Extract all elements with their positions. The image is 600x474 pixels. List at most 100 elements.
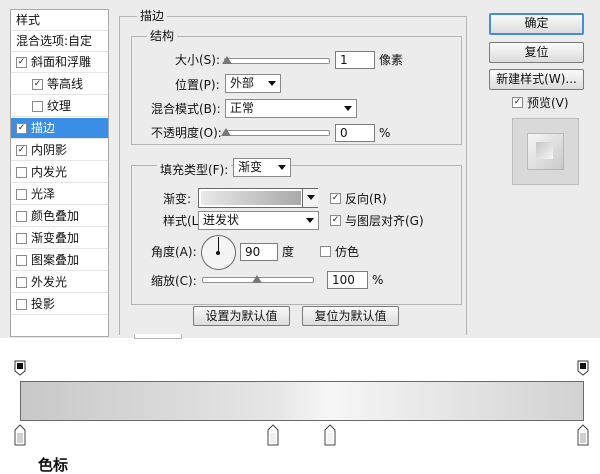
color-stop-1[interactable] <box>14 424 26 446</box>
stroke-group-title: 描边 <box>137 9 168 23</box>
chevron-down-icon <box>307 195 315 200</box>
position-select[interactable]: 外部 <box>225 74 281 93</box>
position-label: 位置(P): <box>175 78 220 92</box>
angle-input[interactable]: 90 <box>240 243 278 261</box>
preview-swatch-inner <box>536 142 553 159</box>
style-item-checkbox[interactable]: ✓ <box>16 57 27 68</box>
angle-unit: 度 <box>282 245 295 259</box>
styles-list: 样式 混合选项:自定 ✓ 斜面和浮雕 ✓ 等高线 纹理 ✓ 描边 ✓ 内阴影 内发光 光泽 颜色叠加渐… <box>10 9 109 337</box>
gradient-dropdown-button[interactable] <box>302 189 318 207</box>
style-item-label: 纹理 <box>47 99 72 113</box>
opacity-input[interactable]: 0 <box>335 124 375 142</box>
style-item-label: 内阴影 <box>31 143 68 157</box>
scale-input[interactable]: 100 <box>327 271 368 289</box>
color-stop-2[interactable] <box>267 424 279 446</box>
style-item[interactable]: 图案叠加 <box>11 250 108 271</box>
layer-style-dialog: 样式 混合选项:自定 ✓ 斜面和浮雕 ✓ 等高线 纹理 ✓ 描边 ✓ 内阴影 内发光 光泽 颜色叠加渐… <box>0 0 600 339</box>
style-item[interactable]: 颜色叠加 <box>11 206 108 227</box>
dither-checkbox[interactable] <box>320 246 331 257</box>
style-item[interactable]: 纹理 <box>11 96 108 117</box>
chevron-down-icon <box>344 106 352 111</box>
opacity-slider-track[interactable] <box>224 130 330 136</box>
style-item-label: 光泽 <box>31 187 56 201</box>
style-item-checkbox[interactable] <box>16 233 27 244</box>
structure-group-title: 结构 <box>147 29 178 43</box>
position-value: 外部 <box>230 76 255 90</box>
opacity-stop-right[interactable] <box>577 360 589 376</box>
style-item-checkbox[interactable]: ✓ <box>16 145 27 156</box>
chevron-down-icon <box>268 81 276 86</box>
angle-dial-center <box>216 251 220 255</box>
reset-to-default-button[interactable]: 复位为默认值 <box>302 306 399 326</box>
size-slider-thumb[interactable] <box>222 56 232 64</box>
color-stop-3[interactable] <box>324 424 336 446</box>
opacity-stop-left[interactable] <box>14 360 26 376</box>
preview-checkbox[interactable]: ✓ <box>512 97 523 108</box>
size-slider-track[interactable] <box>224 58 330 64</box>
opacity-unit: % <box>379 126 391 140</box>
ok-button[interactable]: 确定 <box>489 13 584 35</box>
chevron-down-icon <box>306 218 314 223</box>
dither-label: 仿色 <box>335 245 360 259</box>
styles-header-label: 样式 <box>16 13 41 27</box>
blend-mode-select[interactable]: 正常 <box>225 99 357 118</box>
scale-unit: % <box>372 273 384 287</box>
style-item-label: 外发光 <box>31 275 68 289</box>
size-label: 大小(S): <box>175 53 221 67</box>
fill-type-value: 渐变 <box>238 160 263 174</box>
style-preview-thumbnail <box>512 118 579 185</box>
reverse-label: 反向(R) <box>345 192 387 206</box>
size-unit: 像素 <box>379 53 404 67</box>
opacity-slider-thumb[interactable] <box>221 128 231 136</box>
reset-button[interactable]: 复位 <box>489 42 584 63</box>
style-item-checkbox[interactable] <box>16 255 27 266</box>
styles-header[interactable]: 样式 <box>11 10 108 31</box>
scale-slider-thumb[interactable] <box>252 275 262 283</box>
scale-label: 缩放(C): <box>151 274 197 288</box>
style-item-checkbox[interactable]: ✓ <box>32 79 43 90</box>
blend-options-item[interactable]: 混合选项:自定 <box>11 31 108 52</box>
style-item-label: 投影 <box>31 297 56 311</box>
style-select[interactable]: 迸发状 <box>198 211 319 230</box>
fill-type-select[interactable]: 渐变 <box>233 158 291 177</box>
style-item-checkbox[interactable] <box>16 299 27 310</box>
style-item-label: 斜面和浮雕 <box>31 55 92 69</box>
color-stop-4[interactable] <box>577 424 589 446</box>
gradient-label: 渐变: <box>163 192 192 206</box>
opacity-label: 不透明度(O): <box>151 126 222 140</box>
style-item-checkbox[interactable] <box>16 167 27 178</box>
gradient-picker[interactable] <box>198 188 318 208</box>
align-with-layer-label: 与图层对齐(G) <box>345 214 424 228</box>
color-stop-icon <box>267 424 279 446</box>
style-item[interactable]: 光泽 <box>11 184 108 205</box>
align-with-layer-checkbox[interactable]: ✓ <box>330 215 341 226</box>
style-item[interactable]: 内发光 <box>11 162 108 183</box>
style-item[interactable]: ✓ 等高线 <box>11 74 108 95</box>
angle-dial[interactable] <box>201 235 236 270</box>
style-item[interactable]: ✓ 描边 <box>11 118 108 139</box>
style-item-label: 颜色叠加 <box>31 209 80 223</box>
style-item[interactable]: 投影 <box>11 294 108 315</box>
style-item[interactable]: ✓ 斜面和浮雕 <box>11 52 108 73</box>
style-item-checkbox[interactable] <box>16 211 27 222</box>
gradient-preview-bar[interactable] <box>20 381 584 421</box>
panel-tab-stub <box>134 334 182 339</box>
new-style-button[interactable]: 新建样式(W)... <box>489 69 584 90</box>
color-stop-icon <box>577 424 589 446</box>
style-item-checkbox[interactable]: ✓ <box>16 123 27 134</box>
style-item-checkbox[interactable] <box>16 189 27 200</box>
size-input[interactable]: 1 <box>335 51 375 69</box>
color-stop-icon <box>14 424 26 446</box>
style-item-checkbox[interactable] <box>16 277 27 288</box>
style-item[interactable]: ✓ 内阴影 <box>11 140 108 161</box>
gradient-swatch <box>201 191 301 205</box>
style-item-label: 图案叠加 <box>31 253 80 267</box>
opacity-stop-icon <box>14 360 26 376</box>
angle-label: 角度(A): <box>151 245 197 259</box>
style-item-label: 等高线 <box>47 77 84 91</box>
style-item-checkbox[interactable] <box>32 101 43 112</box>
style-item[interactable]: 渐变叠加 <box>11 228 108 249</box>
reverse-checkbox[interactable]: ✓ <box>330 193 341 204</box>
style-item[interactable]: 外发光 <box>11 272 108 293</box>
set-as-default-button[interactable]: 设置为默认值 <box>193 306 290 326</box>
